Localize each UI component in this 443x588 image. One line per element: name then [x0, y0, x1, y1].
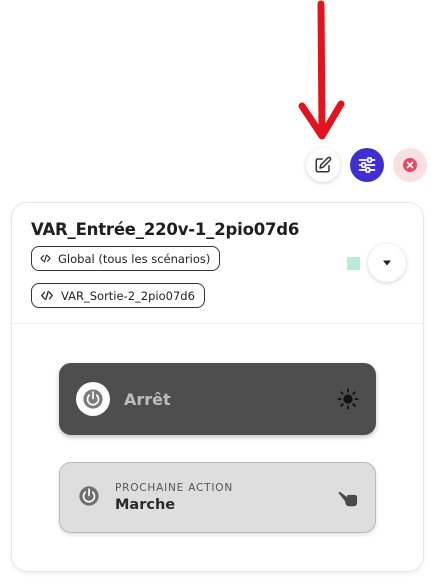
edit-icon	[315, 156, 332, 173]
card-header: VAR_Entrée_220v-1_2pio07d6 Global (tous …	[12, 203, 423, 324]
next-action-button[interactable]: PROCHAINE ACTION Marche	[59, 462, 376, 533]
power-icon	[79, 486, 99, 506]
sun-icon	[337, 388, 359, 410]
code-icon	[40, 254, 51, 263]
power-icon-circle	[76, 382, 110, 416]
variable-card: VAR_Entrée_220v-1_2pio07d6 Global (tous …	[11, 202, 424, 572]
current-state-button[interactable]: Arrêt	[59, 363, 376, 435]
annotation-arrow	[298, 0, 345, 140]
sliders-icon	[358, 157, 376, 173]
next-action-value: Marche	[115, 497, 176, 513]
linked-variable-tag[interactable]: VAR_Sortie-2_2pio07d6	[31, 283, 205, 308]
linked-variable-label: VAR_Sortie-2_2pio07d6	[61, 288, 195, 303]
close-circle-icon	[403, 158, 417, 172]
edit-button[interactable]	[306, 148, 340, 182]
power-icon	[83, 389, 103, 409]
color-swatch	[347, 257, 360, 270]
caret-down-icon	[383, 260, 391, 266]
current-state-label: Arrêt	[124, 390, 171, 409]
hand-pointer-icon	[338, 491, 358, 507]
variable-title: VAR_Entrée_220v-1_2pio07d6	[31, 220, 300, 239]
code-icon	[41, 290, 53, 301]
scope-tag[interactable]: Global (tous les scénarios)	[31, 246, 221, 271]
delete-button[interactable]	[393, 148, 427, 182]
expand-button[interactable]	[368, 244, 406, 282]
scope-tag-label: Global (tous les scénarios)	[58, 251, 211, 266]
next-action-caption: PROCHAINE ACTION	[115, 482, 233, 494]
settings-button[interactable]	[350, 148, 384, 182]
